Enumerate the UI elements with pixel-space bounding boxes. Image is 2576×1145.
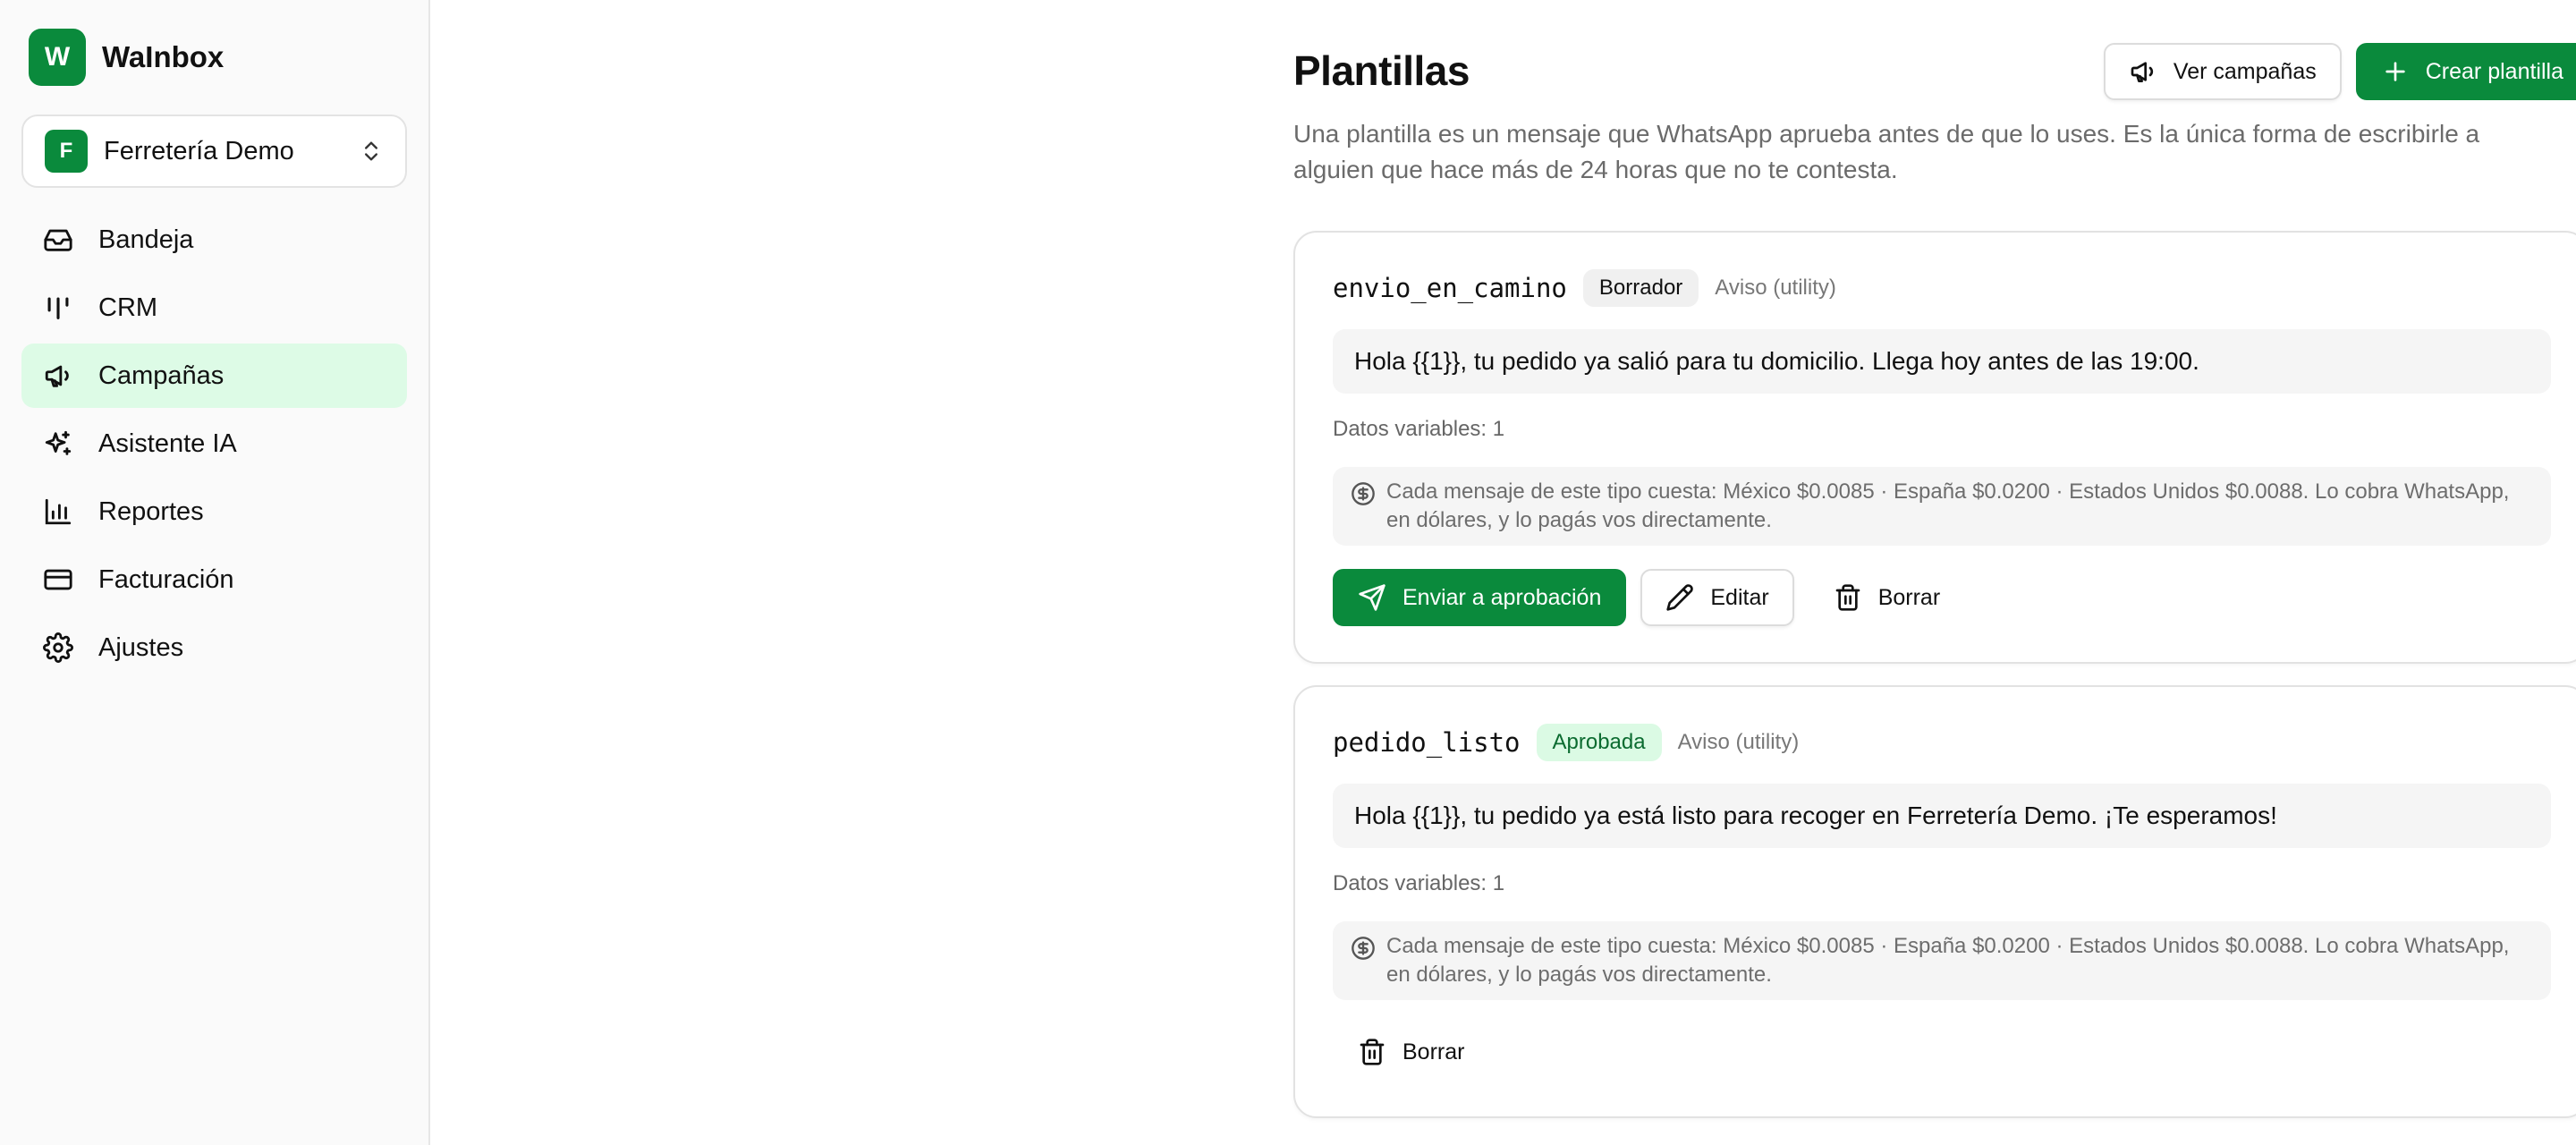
kanban-icon [47, 297, 69, 319]
page-header: Plantillas Ver campañas Crear plantilla [1293, 0, 2576, 116]
workspace-name: Ferretería Demo [104, 136, 294, 165]
sidebar-item-reportes[interactable]: Reportes [21, 479, 407, 544]
delete-template-button[interactable]: Borrar [1333, 1023, 1489, 1081]
sidebar-item-ajustes[interactable]: Ajustes [21, 615, 407, 680]
create-template-button[interactable]: Crear plantilla [2355, 43, 2576, 100]
megaphone-icon [2131, 62, 2153, 82]
sidebar-item-label: Reportes [98, 496, 204, 526]
sparkles-icon [45, 430, 72, 455]
template-actions: Borrar [1333, 1023, 2551, 1081]
credit-card-icon [44, 569, 72, 590]
button-label: Borrar [1402, 1039, 1465, 1064]
template-message-preview: Hola {{1}}, tu pedido ya está listo para… [1333, 784, 2551, 848]
header-actions: Ver campañas Crear plantilla [2103, 43, 2576, 100]
sidebar-item-label: Bandeja [98, 225, 194, 254]
template-actions: Enviar a aprobación Editar Borrar [1333, 569, 2551, 626]
gear-icon [43, 632, 73, 663]
sidebar-item-asistente-ia[interactable]: Asistente IA [21, 411, 407, 476]
sidebar-item-label: Campañas [98, 360, 225, 390]
button-label: Ver campañas [2173, 58, 2317, 84]
cost-text: Cada mensaje de este tipo cuesta: México… [1386, 934, 2510, 987]
template-variables-count: Datos variables: 1 [1333, 417, 1505, 441]
button-label: Enviar a aprobación [1402, 584, 1602, 610]
sidebar-nav: Bandeja CRM Campañas Asistente IA Report… [21, 208, 407, 680]
button-label: Borrar [1877, 584, 1941, 610]
template-card-header: envio_en_camino Borrador Aviso (utility) [1333, 268, 2551, 308]
sidebar-item-label: Facturación [98, 564, 234, 594]
sidebar-item-crm[interactable]: CRM [21, 276, 407, 340]
brand[interactable]: W WaInbox [29, 29, 407, 86]
template-category: Aviso (utility) [1677, 730, 1800, 754]
template-name: pedido_listo [1333, 727, 1521, 758]
main-content: Plantillas Ver campañas Crear plantilla … [430, 0, 2576, 1145]
plus-icon [2385, 62, 2405, 81]
dollar-circle-icon [1352, 937, 1375, 960]
workspace-avatar: F [45, 130, 88, 173]
megaphone-icon [45, 365, 69, 387]
template-message-preview: Hola {{1}}, tu pedido ya salió para tu d… [1333, 329, 2551, 394]
send-icon [1359, 584, 1385, 611]
template-name: envio_en_camino [1333, 273, 1567, 303]
cost-text: Cada mensaje de este tipo cuesta: México… [1386, 479, 2510, 532]
sidebar-item-bandeja[interactable]: Bandeja [21, 208, 407, 272]
status-badge: Borrador [1582, 269, 1699, 307]
send-for-approval-button[interactable]: Enviar a aprobación [1333, 569, 1627, 626]
template-category: Aviso (utility) [1715, 276, 1836, 300]
view-campaigns-button[interactable]: Ver campañas [2103, 43, 2342, 100]
workspace-switcher[interactable]: F Ferretería Demo [21, 114, 407, 188]
sidebar-item-label: CRM [98, 293, 158, 322]
template-cost-note: Cada mensaje de este tipo cuesta: México… [1333, 921, 2551, 1000]
templates-page: Plantillas Ver campañas Crear plantilla … [1293, 0, 2576, 1118]
trash-icon [1360, 1039, 1385, 1065]
app: W WaInbox F Ferretería Demo Bandeja CRM … [0, 0, 2576, 1145]
button-label: Crear plantilla [2425, 58, 2563, 84]
pencil-icon [1666, 584, 1694, 611]
status-badge: Aprobada [1536, 724, 1662, 761]
edit-template-button[interactable]: Editar [1640, 569, 1794, 626]
sidebar-item-facturacion[interactable]: Facturación [21, 547, 407, 612]
sidebar-item-label: Ajustes [98, 632, 184, 662]
template-card: pedido_listo Aprobada Aviso (utility) Ho… [1293, 685, 2576, 1118]
template-list: envio_en_camino Borrador Aviso (utility)… [1293, 231, 2576, 1118]
brand-name: WaInbox [102, 40, 225, 73]
page-description: Una plantilla es un mensaje que WhatsApp… [1293, 120, 2480, 183]
chevrons-up-down-icon [365, 141, 377, 161]
template-variables-count: Datos variables: 1 [1333, 871, 1505, 895]
template-card-header: pedido_listo Aprobada Aviso (utility) [1333, 723, 2551, 762]
bar-chart-icon [45, 498, 72, 525]
brand-logo: W [29, 29, 86, 86]
template-card: envio_en_camino Borrador Aviso (utility)… [1293, 231, 2576, 664]
template-cost-note: Cada mensaje de este tipo cuesta: México… [1333, 467, 2551, 546]
page-title: Plantillas [1293, 47, 1470, 94]
dollar-circle-icon [1352, 482, 1375, 505]
sidebar: W WaInbox F Ferretería Demo Bandeja CRM … [0, 0, 430, 1145]
button-label: Editar [1710, 584, 1769, 610]
sidebar-item-campanas[interactable]: Campañas [21, 344, 407, 408]
sidebar-item-label: Asistente IA [98, 428, 237, 458]
inbox-icon [44, 229, 72, 251]
trash-icon [1835, 584, 1860, 611]
delete-template-button[interactable]: Borrar [1809, 569, 1965, 626]
